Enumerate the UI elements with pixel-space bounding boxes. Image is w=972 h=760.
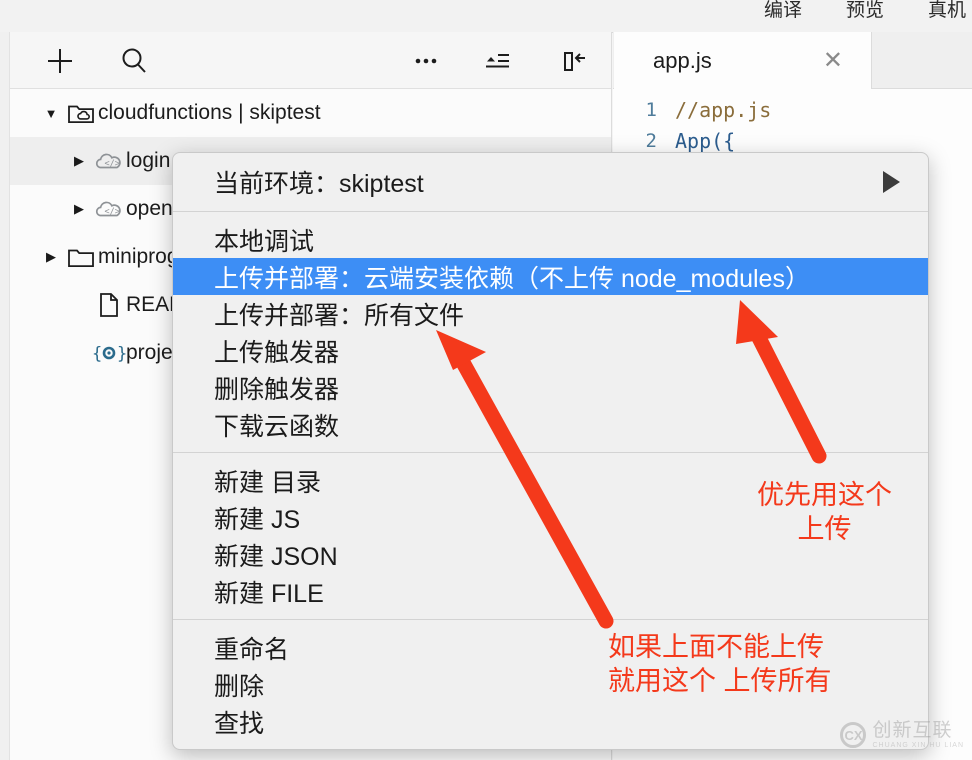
file-icon [92,292,126,318]
folder-icon [64,245,98,269]
twisty-right-icon[interactable]: ▶ [66,201,92,217]
current-environment-label: 当前环境：skiptest [214,170,424,198]
top-action-real-device[interactable]: 真机 [928,0,966,21]
tree-item-label: open [126,197,173,220]
menu-item-find[interactable]: 查找 [173,703,928,740]
tree-item-label: login [126,149,171,172]
cloud-folder-icon [64,101,98,125]
close-icon[interactable]: ✕ [823,48,843,73]
top-action-compile[interactable]: 编译 [764,0,802,21]
menu-item-upload-trigger[interactable]: 上传触发器 [173,332,928,369]
annotation-note-fallback: 如果上面不能上传 就用这个 上传所有 [608,632,832,696]
tree-item-label: cloudfunctions | skiptest [98,101,321,124]
tree-item-cloudfunctions[interactable]: ▼ cloudfunctions | skiptest [10,89,611,137]
search-icon [122,48,146,73]
menu-item-upload-deploy-cloud-deps[interactable]: 上传并部署：云端安装依赖（不上传 node_modules） [173,258,928,295]
json-config-icon: { } [92,341,126,365]
collapse-all-icon [486,53,509,67]
menu-item-download-cloud-function[interactable]: 下载云函数 [173,406,928,443]
menu-item-new-file[interactable]: 新建 FILE [173,573,928,610]
watermark-cn: 创新互联 [872,720,953,742]
code-line: 1 //app.js [613,95,972,126]
twisty-down-icon[interactable]: ▼ [38,106,64,121]
svg-text:</>: </> [105,207,120,217]
collapse-all-button[interactable] [474,32,522,89]
watermark: CX 创新互联 CHUANG XIN HU LIAN [840,720,964,750]
annotation-note-priority: 优先用这个 上传 [757,480,892,544]
twisty-right-icon[interactable]: ▶ [66,153,92,169]
play-triangle-icon[interactable] [883,171,900,193]
plus-icon [48,48,72,73]
svg-text:}: } [117,344,126,364]
top-toolbar-actions: 编译 预览 真机 [764,0,972,32]
code-text: //app.js [675,98,772,122]
watermark-text: 创新互联 CHUANG XIN HU LIAN [872,720,964,750]
svg-text:</>: </> [105,159,120,169]
line-number: 1 [645,99,657,121]
menu-item-delete-trigger[interactable]: 删除触发器 [173,369,928,406]
activity-rail [0,32,10,760]
watermark-en: CHUANG XIN HU LIAN [872,741,964,749]
menu-item-local-debug[interactable]: 本地调试 [173,221,928,258]
editor-tab-label: app.js [653,47,712,73]
explorer-toolbar [10,32,611,89]
panel-collapse-icon [564,51,585,71]
toggle-panel-button[interactable] [550,32,598,89]
cloud-function-icon: </> [92,197,126,221]
watermark-logo: CX [840,722,867,749]
top-toolbar: 编译 预览 真机 [0,0,972,33]
editor-tab-appjs[interactable]: app.js ✕ [614,32,872,89]
context-menu-section-deploy: 本地调试 上传并部署：云端安装依赖（不上传 node_modules） 上传并部… [173,212,928,452]
editor-tab-bar: app.js ✕ [613,32,972,89]
ellipsis-icon [415,58,437,63]
menu-item-upload-deploy-all-files[interactable]: 上传并部署：所有文件 [173,295,928,332]
context-menu-header: 当前环境：skiptest [173,153,928,211]
cloud-function-icon: </> [92,149,126,173]
svg-text:{: { [92,344,102,364]
more-options-button[interactable] [402,32,450,89]
twisty-right-icon[interactable]: ▶ [38,249,64,265]
search-button[interactable] [110,32,158,89]
add-file-button[interactable] [36,32,84,89]
top-action-preview[interactable]: 预览 [846,0,884,21]
